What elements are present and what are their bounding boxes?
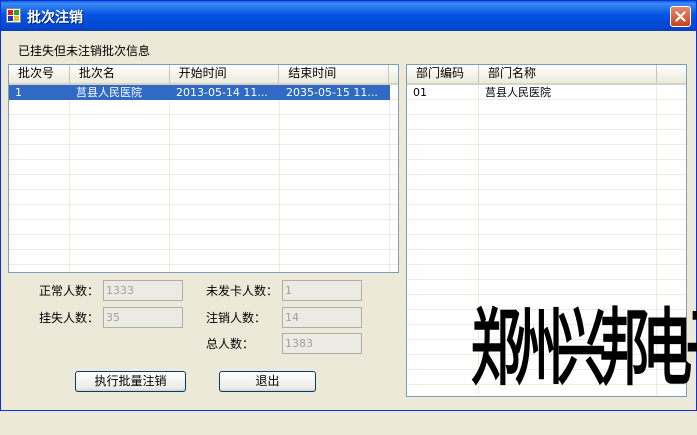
column-header-start-time[interactable]: 开始时间 (170, 65, 280, 83)
normal-count-field: 1333 (103, 280, 183, 301)
cell-batch-no: 1 (15, 86, 22, 99)
unissued-count-label: 未发卡人数： (206, 284, 279, 298)
batch-cancel-dialog: 批次注销 已挂失但未注销批次信息 批次号 批次名 开始时间 结束时间 1 莒县人… (0, 0, 697, 411)
grid-divider (69, 85, 70, 272)
column-header-end-time[interactable]: 结束时间 (279, 65, 389, 83)
grid-divider (389, 85, 390, 272)
column-header-dept-code[interactable]: 部门编码 (407, 65, 479, 83)
execute-batch-cancel-button[interactable]: 执行批量注销 (75, 371, 186, 392)
batch-list-gridlines (9, 85, 398, 272)
table-row[interactable]: 1 莒县人民医院 2013-05-14 11... 2035-05-15 11.… (9, 85, 390, 100)
column-header-dept-name[interactable]: 部门名称 (479, 65, 657, 83)
cancelled-count-label: 注销人数： (206, 311, 267, 325)
lost-count-label: 挂失人数： (39, 311, 100, 325)
section-label: 已挂失但未注销批次信息 (18, 44, 151, 58)
close-button[interactable] (670, 6, 691, 27)
cell-batch-name: 莒县人民医院 (76, 86, 142, 99)
watermark-text: 郑州兴邦电子 (471, 300, 697, 398)
cancelled-count-field: 14 (282, 307, 362, 328)
column-header-filler (389, 65, 398, 83)
normal-count-label: 正常人数： (39, 284, 100, 298)
total-count-field: 1383 (282, 333, 362, 354)
grid-divider (169, 85, 170, 272)
lost-count-field: 35 (103, 307, 183, 328)
cell-start-time: 2013-05-14 11... (176, 86, 268, 99)
batch-list[interactable]: 批次号 批次名 开始时间 结束时间 1 莒县人民医院 2013-05-14 11… (8, 64, 399, 273)
cell-dept-code: 01 (413, 86, 427, 99)
total-count-label: 总人数： (206, 337, 255, 351)
batch-list-body: 1 莒县人民医院 2013-05-14 11... 2035-05-15 11.… (9, 85, 398, 272)
unissued-count-field: 1 (282, 280, 362, 301)
column-header-batch-no[interactable]: 批次号 (9, 65, 70, 83)
close-icon (675, 11, 686, 22)
column-header-filler (657, 65, 686, 83)
cell-dept-name: 莒县人民医院 (485, 86, 551, 99)
app-window-icon (6, 8, 21, 23)
batch-list-header: 批次号 批次名 开始时间 结束时间 (9, 65, 398, 85)
table-row[interactable]: 01 莒县人民医院 (407, 85, 686, 100)
cell-end-time: 2035-05-15 11... (286, 86, 378, 99)
exit-button[interactable]: 退出 (219, 371, 316, 392)
title-bar[interactable]: 批次注销 (1, 1, 696, 31)
grid-divider (279, 85, 280, 272)
window-title: 批次注销 (27, 10, 83, 26)
column-header-batch-name[interactable]: 批次名 (70, 65, 170, 83)
department-list-header: 部门编码 部门名称 (407, 65, 686, 85)
